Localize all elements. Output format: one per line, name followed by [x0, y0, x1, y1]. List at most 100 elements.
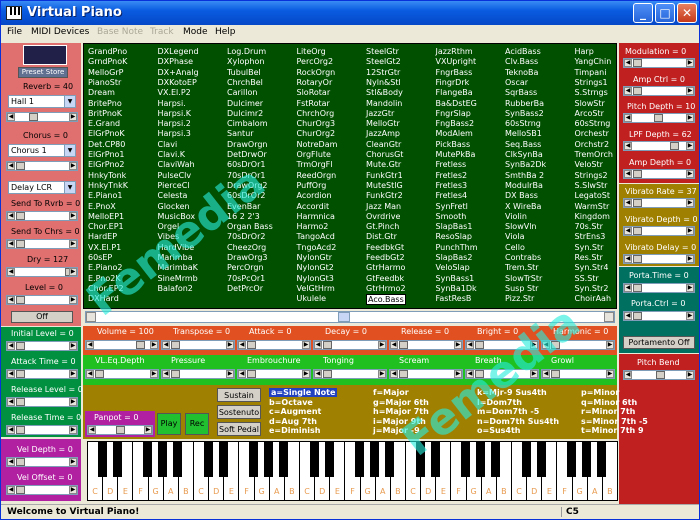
instrument-item[interactable]: Susp Str — [505, 284, 538, 293]
instrument-item[interactable]: PuffOrg — [297, 181, 327, 190]
instrument-item[interactable]: ClaviWah — [158, 160, 195, 169]
chord-option[interactable]: t=Minor 7th 9 — [581, 426, 644, 435]
portamento-button[interactable]: Portamento Off — [623, 336, 695, 349]
instrument-item[interactable]: GtrHarmo — [366, 263, 405, 272]
release-level-slider[interactable]: ◀ ▶ — [6, 397, 78, 407]
instrument-item[interactable]: CleanGtr — [366, 140, 401, 149]
vibrato-delay-slider[interactable]: ◀ ▶ — [623, 254, 695, 264]
instrument-item[interactable]: Chor.EP1 — [88, 222, 124, 231]
instrument-item[interactable]: S.Strngs — [575, 88, 608, 97]
attack-slider[interactable]: ◀ ▶ — [237, 340, 311, 350]
off-button[interactable]: Off — [11, 311, 73, 323]
piano-black-key[interactable] — [521, 441, 531, 477]
instrument-item[interactable]: SynBa2Dk — [505, 160, 546, 169]
piano-black-key[interactable] — [203, 441, 213, 477]
instrument-item[interactable]: HardVibe — [158, 243, 195, 252]
attack-time-slider[interactable]: ◀ ▶ — [6, 369, 78, 379]
pitch-depth-slider[interactable]: ◀ ▶ — [623, 113, 695, 123]
pitch-bend-slider[interactable]: ◀ ▶ — [623, 370, 695, 380]
piano-black-key[interactable] — [143, 441, 153, 477]
piano-black-key[interactable] — [415, 441, 425, 477]
instrument-item[interactable]: DrawOrg2 — [227, 181, 268, 190]
instrument-item[interactable]: NylonGt3 — [297, 274, 334, 283]
instrument-item[interactable]: ChurOrg3 — [297, 119, 336, 128]
instrument-item[interactable]: ChorusGt — [366, 150, 403, 159]
tonging-slider[interactable]: ◀ ▶ — [313, 369, 387, 379]
instrument-item[interactable]: ClkSynBa — [505, 150, 543, 159]
instrument-item[interactable]: Chor.EP2 — [88, 284, 124, 293]
instrument-item[interactable]: Fretles3 — [436, 181, 468, 190]
instrument-item[interactable]: Mute.Gtr — [366, 160, 401, 169]
amp-ctrl-slider[interactable]: ◀ ▶ — [623, 86, 695, 96]
instrument-item[interactable]: VeloStr — [575, 160, 603, 169]
piano-black-key[interactable] — [264, 441, 274, 477]
minimize-button[interactable]: _ — [633, 3, 653, 23]
instrument-item[interactable]: ResoSlap — [436, 232, 472, 241]
initial-level-slider[interactable]: ◀ ▶ — [6, 341, 78, 351]
amp-depth-slider[interactable]: ◀ ▶ — [623, 169, 695, 179]
instrument-item[interactable]: DetPrcOr — [227, 284, 263, 293]
instrument-item[interactable]: FunkGtr1 — [366, 171, 403, 180]
instrument-item[interactable]: Santur — [227, 129, 254, 138]
instrument-item[interactable]: JazzRthm — [436, 47, 473, 56]
chord-option[interactable]: e=Diminish — [269, 426, 320, 435]
instrument-item[interactable]: Nyln&Stl — [366, 78, 401, 87]
instrument-item[interactable]: 60sDrOr2 — [227, 191, 265, 200]
breath-slider[interactable]: ◀ ▶ — [465, 369, 539, 379]
pressure-slider[interactable]: ◀ ▶ — [161, 369, 235, 379]
instrument-item[interactable]: SqrBass — [505, 88, 537, 97]
instrument-item[interactable]: FngrSlap — [436, 109, 471, 118]
piano-black-key[interactable] — [112, 441, 122, 477]
chord-option[interactable]: c=Augment — [269, 407, 321, 416]
scream-slider[interactable]: ◀ ▶ — [389, 369, 463, 379]
instrument-item[interactable]: S.SlwStr — [575, 181, 608, 190]
instrument-item[interactable]: ModulrBa — [505, 181, 543, 190]
instrument-item[interactable]: PulseClv — [158, 171, 192, 180]
vel-depth-slider[interactable]: ◀ ▶ — [6, 457, 78, 467]
menu-midi-devices[interactable]: MIDI Devices — [31, 27, 89, 37]
menu-base-note[interactable]: Base Note — [97, 27, 143, 37]
instrument-item[interactable]: Ukulele — [297, 294, 327, 303]
instrument-item[interactable]: VX.El.P2 — [158, 88, 191, 97]
instrument-item[interactable]: Violin — [505, 212, 527, 221]
chord-option[interactable]: m=Dom7th -5 — [477, 407, 539, 416]
instrument-item[interactable]: 60sStrng — [575, 119, 611, 128]
instrument-item[interactable]: YangChin — [575, 57, 612, 66]
instrument-item[interactable]: Harpsi.3 — [158, 129, 191, 138]
instrument-item[interactable]: DrawOrg3 — [227, 253, 268, 262]
bright-slider[interactable]: ◀ ▶ — [465, 340, 539, 350]
instrument-item[interactable]: Harpsi.K — [158, 109, 191, 118]
instrument-item[interactable]: Harpsi. — [158, 99, 186, 108]
soft-pedal-button[interactable]: Soft Pedal — [217, 422, 261, 436]
instrument-item[interactable]: ChoirAah — [575, 294, 612, 303]
instrument-item[interactable]: Ba&DstEG — [436, 99, 477, 108]
instrument-item[interactable]: FngBass2 — [436, 119, 475, 128]
vl-eq-slider[interactable]: ◀ ▶ — [85, 369, 159, 379]
instrument-item[interactable]: VeloSlap — [436, 263, 470, 272]
piano-black-key[interactable] — [476, 441, 486, 477]
dry-slider[interactable]: ◀ ▶ — [6, 267, 78, 277]
instrument-item[interactable]: Seq.Bass — [505, 140, 541, 149]
piano-black-key[interactable] — [97, 441, 107, 477]
instrument-item[interactable]: Syn.Str — [575, 243, 604, 252]
instrument-item[interactable]: WarmStr — [575, 202, 610, 211]
piano-black-key[interactable] — [279, 441, 289, 477]
instrument-item[interactable]: 12StrGtr — [366, 68, 400, 77]
growl-slider[interactable]: ◀ ▶ — [541, 369, 615, 379]
menu-mode[interactable]: Mode — [183, 27, 208, 37]
instrument-item[interactable]: PercOrgn — [227, 263, 264, 272]
preset-store-button[interactable]: Preset Store — [18, 67, 68, 78]
modulation-slider[interactable]: ◀ ▶ — [623, 58, 695, 68]
instrument-item[interactable]: SloRotar — [297, 88, 331, 97]
play-button[interactable]: Play — [157, 413, 181, 435]
instrument-item[interactable]: TremOrch — [575, 150, 613, 159]
instrument-item[interactable]: Smooth — [436, 212, 467, 221]
instrument-item[interactable]: 70sDrOr1 — [227, 171, 265, 180]
instrument-item[interactable]: MelloEP1 — [88, 212, 124, 221]
instrument-item[interactable]: FastResB — [436, 294, 472, 303]
delay-type-select[interactable]: Delay LCR ▼ — [8, 181, 76, 194]
chord-option[interactable]: q=Minor 6th — [581, 398, 637, 407]
instrument-item[interactable]: StrEns3 — [575, 232, 606, 241]
instrument-item[interactable]: Gt.Pinch — [366, 222, 399, 231]
instrument-item[interactable]: SineMrmb — [158, 274, 198, 283]
